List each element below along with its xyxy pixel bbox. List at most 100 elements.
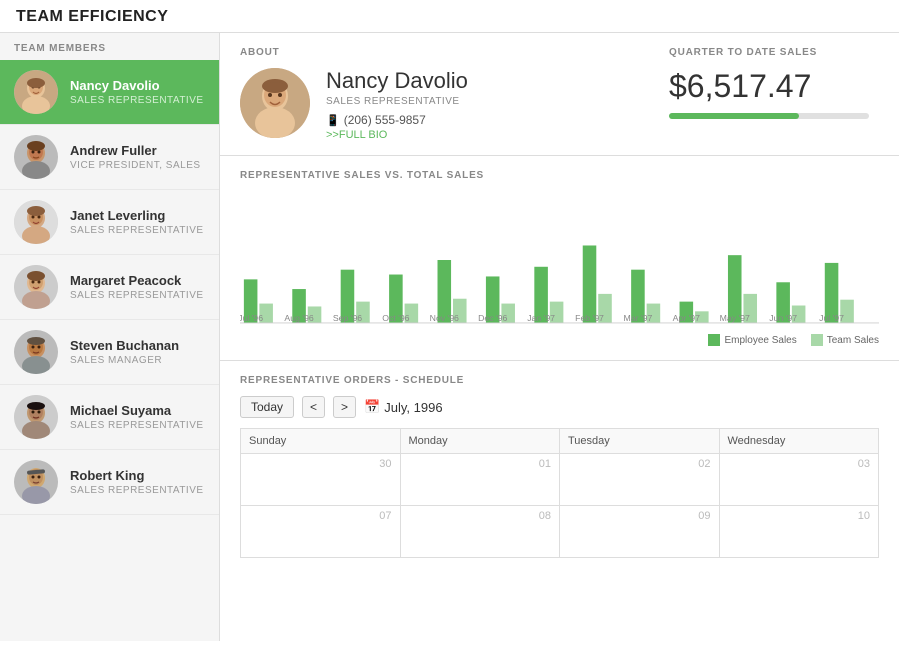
svg-text:Sep '96: Sep '96 [333,313,362,323]
member-info-nancy: Nancy Davolio SALES REPRESENTATIVE [70,78,205,106]
cal-cell-30: 30 [241,454,401,506]
cal-cell-03: 03 [719,454,879,506]
member-role-robert: SALES REPRESENTATIVE [70,485,205,496]
legend-employee-color [708,334,720,346]
qtd-bar-container [669,113,869,119]
profile-role: SALES REPRESENTATIVE [326,96,468,107]
legend-team-label: Team Sales [827,335,879,346]
svg-text:Nov '96: Nov '96 [430,313,459,323]
member-name-robert: Robert King [70,468,205,483]
legend-team: Team Sales [811,334,879,346]
about-left: ABOUT [240,47,639,141]
calendar-row-1: 30 01 02 03 [241,454,879,506]
about-profile: Nancy Davolio SALES REPRESENTATIVE 📱 (20… [240,68,639,141]
legend-employee-label: Employee Sales [724,335,796,346]
qtd-bar-fill [669,113,799,119]
cal-cell-02: 02 [560,454,720,506]
avatar-nancy [14,70,58,114]
member-role-steven: SALES MANAGER [70,355,205,366]
bio-link[interactable]: >>FULL BIO [326,129,387,141]
member-role-andrew: VICE PRESIDENT, SALES [70,160,205,171]
legend-team-color [811,334,823,346]
member-name-margaret: Margaret Peacock [70,273,205,288]
avatar-andrew [14,135,58,179]
about-label: ABOUT [240,47,639,58]
avatar-robert [14,460,58,504]
member-info-margaret: Margaret Peacock SALES REPRESENTATIVE [70,273,205,301]
schedule-controls: Today < > 📅 July, 1996 [240,396,879,418]
sidebar-item-robert-king[interactable]: Robert King SALES REPRESENTATIVE [0,450,219,515]
sidebar: TEAM MEMBERS Nancy Davolio SALES REPRESE… [0,33,220,641]
cal-cell-08: 08 [400,506,560,558]
svg-text:Dec '96: Dec '96 [478,313,507,323]
chart-section: REPRESENTATIVE SALES VS. TOTAL SALES [220,156,899,361]
svg-text:Mar '97: Mar '97 [624,313,653,323]
cal-cell-10: 10 [719,506,879,558]
prev-button[interactable]: < [302,396,325,418]
sidebar-item-nancy-davolio[interactable]: Nancy Davolio SALES REPRESENTATIVE [0,60,219,125]
member-info-michael: Michael Suyama SALES REPRESENTATIVE [70,403,205,431]
content-area: ABOUT [220,33,899,641]
member-name-michael: Michael Suyama [70,403,205,418]
svg-text:Jun '97: Jun '97 [769,313,797,323]
cal-cell-01: 01 [400,454,560,506]
profile-avatar [240,68,310,138]
svg-text:Apr '97: Apr '97 [673,313,700,323]
avatar-michael [14,395,58,439]
schedule-title: REPRESENTATIVE ORDERS - SCHEDULE [240,375,879,386]
member-name-nancy: Nancy Davolio [70,78,205,93]
next-button[interactable]: > [333,396,356,418]
sidebar-item-margaret-peacock[interactable]: Margaret Peacock SALES REPRESENTATIVE [0,255,219,320]
member-info-janet: Janet Leverling SALES REPRESENTATIVE [70,208,205,236]
member-role-janet: SALES REPRESENTATIVE [70,225,205,236]
member-role-michael: SALES REPRESENTATIVE [70,420,205,431]
today-button[interactable]: Today [240,396,294,418]
about-section: ABOUT [220,33,899,156]
svg-text:Oct '96: Oct '96 [382,313,409,323]
qtd-section: QUARTER TO DATE SALES $6,517.47 [639,47,879,119]
sidebar-item-janet-leverling[interactable]: Janet Leverling SALES REPRESENTATIVE [0,190,219,255]
member-name-steven: Steven Buchanan [70,338,205,353]
member-role-nancy: SALES REPRESENTATIVE [70,95,205,106]
avatar-steven [14,330,58,374]
calendar-icon: 📅 [364,399,380,415]
member-name-andrew: Andrew Fuller [70,143,205,158]
svg-text:Jan '97: Jan '97 [527,313,555,323]
calendar-grid: Sunday Monday Tuesday Wednesday 30 01 02… [240,428,879,558]
app-title: TEAM EFFICIENCY [16,8,168,25]
chart-title: REPRESENTATIVE SALES VS. TOTAL SALES [240,170,879,181]
sidebar-item-michael-suyama[interactable]: Michael Suyama SALES REPRESENTATIVE [0,385,219,450]
phone-icon: 📱 [326,114,340,127]
phone-number: (206) 555-9857 [344,113,426,127]
calendar-month-text: July, 1996 [384,400,442,415]
cal-cell-07: 07 [241,506,401,558]
member-info-steven: Steven Buchanan SALES MANAGER [70,338,205,366]
main-layout: TEAM MEMBERS Nancy Davolio SALES REPRESE… [0,33,899,641]
member-role-margaret: SALES REPRESENTATIVE [70,290,205,301]
profile-phone: 📱 (206) 555-9857 [326,113,468,127]
calendar-row-2: 07 08 09 10 [241,506,879,558]
svg-text:May '97: May '97 [720,313,750,323]
sidebar-item-andrew-fuller[interactable]: Andrew Fuller VICE PRESIDENT, SALES [0,125,219,190]
sidebar-header: TEAM MEMBERS [0,33,219,60]
bar-chart: Jul '96 Aug '96 Sep '96 Oct '96 Nov '96 … [240,195,879,325]
profile-name: Nancy Davolio [326,68,468,94]
sidebar-item-steven-buchanan[interactable]: Steven Buchanan SALES MANAGER [0,320,219,385]
app-header: TEAM EFFICIENCY [0,0,899,33]
cal-cell-09: 09 [560,506,720,558]
col-monday: Monday [400,429,560,454]
col-sunday: Sunday [241,429,401,454]
avatar-janet [14,200,58,244]
member-name-janet: Janet Leverling [70,208,205,223]
svg-text:Aug '96: Aug '96 [284,313,313,323]
chart-legend: Employee Sales Team Sales [240,334,879,346]
member-info-andrew: Andrew Fuller VICE PRESIDENT, SALES [70,143,205,171]
qtd-amount: $6,517.47 [669,68,879,105]
col-wednesday: Wednesday [719,429,879,454]
legend-employee: Employee Sales [708,334,796,346]
svg-text:Jul '96: Jul '96 [240,313,263,323]
svg-text:Jul '97: Jul '97 [819,313,844,323]
schedule-section: REPRESENTATIVE ORDERS - SCHEDULE Today <… [220,361,899,572]
profile-info: Nancy Davolio SALES REPRESENTATIVE 📱 (20… [326,68,468,141]
calendar-month: 📅 July, 1996 [364,399,442,415]
